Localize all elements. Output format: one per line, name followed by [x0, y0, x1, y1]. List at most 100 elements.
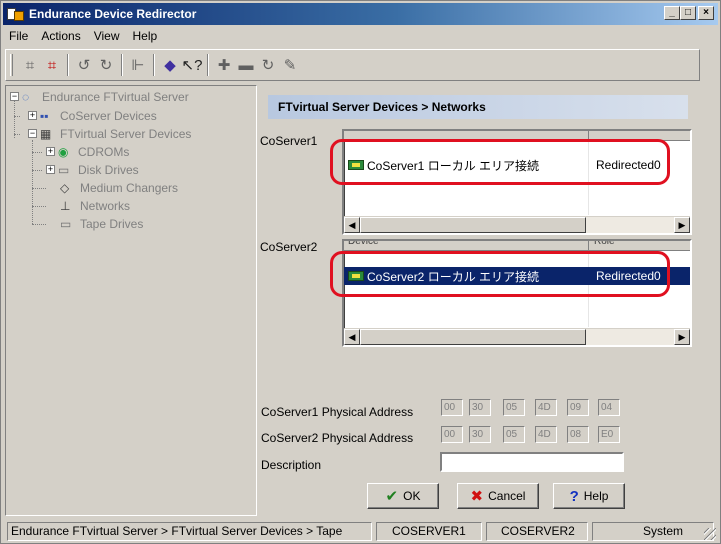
scroll-left-icon[interactable]: ◀: [344, 329, 360, 345]
tree-item-ftvirtual-devices[interactable]: − ▦ FTvirtual Server Devices: [28, 125, 191, 142]
disk-drive-icon: ▭: [58, 162, 70, 177]
detach-icon[interactable]: ↻: [95, 54, 117, 76]
tree-item-root[interactable]: − ◌ Endurance FTvirtual Server: [10, 88, 189, 105]
coserver1-address-label: CoServer1 Physical Address: [261, 405, 414, 419]
scroll-right-icon[interactable]: ▶: [674, 217, 690, 233]
tree-item-coserver-devices[interactable]: + ▪▪ CoServer Devices: [28, 107, 157, 124]
ok-label: OK: [403, 489, 421, 503]
medium-changer-icon: ◇: [60, 180, 70, 195]
maximize-button[interactable]: □: [680, 6, 696, 20]
scroll-thumb[interactable]: [360, 329, 586, 345]
toolbar-separator: [67, 54, 69, 76]
expand-icon[interactable]: +: [46, 147, 55, 156]
menu-help[interactable]: Help: [133, 29, 158, 43]
close-button[interactable]: ×: [698, 6, 714, 20]
device-tree: − ◌ Endurance FTvirtual Server + ▪▪ CoSe…: [5, 85, 257, 516]
menu-file[interactable]: File: [9, 29, 28, 43]
menu-bar: File Actions View Help: [3, 26, 718, 45]
toolbar-separator: [153, 54, 155, 76]
highlight-callout: [330, 251, 670, 297]
horizontal-scrollbar[interactable]: ◀ ▶: [344, 216, 690, 233]
connect-icon[interactable]: ⌗: [19, 54, 41, 76]
cancel-button[interactable]: ✖ Cancel: [457, 483, 539, 509]
tree-label: Endurance FTvirtual Server: [42, 89, 189, 104]
address-octet: 04: [598, 399, 620, 416]
tree-item-tape-drives[interactable]: ▭ Tape Drives: [60, 215, 143, 232]
devices-icon: ▦: [40, 126, 52, 141]
menu-actions[interactable]: Actions: [41, 29, 80, 43]
section-header: FTvirtual Server Devices > Networks: [268, 95, 688, 119]
network-devices-icon: ▪▪: [40, 108, 49, 123]
tree-item-networks[interactable]: ⊥ Networks: [60, 197, 130, 214]
address-octet: 4D: [535, 399, 557, 416]
app-window: Endurance Device Redirector _ □ × File A…: [0, 0, 721, 544]
tree-label: CoServer Devices: [60, 108, 157, 123]
redirect-icon[interactable]: ⊩: [127, 54, 149, 76]
coserver2-label: CoServer2: [260, 240, 318, 254]
add-icon[interactable]: ✚: [213, 54, 235, 76]
checkmark-icon: ✔: [385, 488, 399, 505]
address-octet: 30: [469, 399, 491, 416]
cancel-label: Cancel: [488, 489, 526, 503]
book-icon[interactable]: ◆: [159, 54, 181, 76]
cdrom-icon: ◉: [58, 144, 69, 159]
coserver2-address-label: CoServer2 Physical Address: [261, 431, 414, 445]
address-octet: E0: [598, 426, 620, 443]
address-octet: 30: [469, 426, 491, 443]
scroll-left-icon[interactable]: ◀: [344, 217, 360, 233]
address-octet: 00: [441, 399, 463, 416]
help-label: Help: [583, 489, 609, 503]
remove-icon[interactable]: ▬: [235, 54, 257, 76]
collapse-icon[interactable]: −: [28, 129, 37, 138]
tree-label: Medium Changers: [80, 180, 179, 195]
tree-label: Disk Drives: [78, 162, 139, 177]
tree-item-medium-changers[interactable]: ◇ Medium Changers: [60, 179, 178, 196]
column-role[interactable]: Role: [594, 241, 615, 247]
help-question-icon: ?: [569, 487, 579, 505]
toolbar-separator: [207, 54, 209, 76]
ok-button[interactable]: ✔ OK: [367, 483, 439, 509]
description-input[interactable]: [440, 452, 624, 472]
scroll-right-icon[interactable]: ▶: [674, 329, 690, 345]
scroll-thumb[interactable]: [360, 217, 586, 233]
horizontal-scrollbar[interactable]: ◀ ▶: [344, 328, 690, 345]
collapse-icon[interactable]: −: [10, 92, 19, 101]
address-octet: 4D: [535, 426, 557, 443]
tape-drive-icon: ▭: [60, 216, 72, 231]
column-device[interactable]: Device: [348, 241, 379, 247]
help-button[interactable]: ? Help: [553, 483, 625, 509]
toolbar: ⌗ ⌗ ↺ ↻ ⊩ ◆ ↖? ✚ ▬ ↻ ✎: [5, 49, 700, 81]
resize-grip-icon[interactable]: [704, 528, 716, 540]
status-path: Endurance FTvirtual Server > FTvirtual S…: [7, 522, 372, 541]
tree-label: CDROMs: [78, 144, 130, 159]
menu-view[interactable]: View: [94, 29, 120, 43]
attach-icon[interactable]: ↺: [73, 54, 95, 76]
minimize-button[interactable]: _: [664, 6, 680, 20]
details-pane: FTvirtual Server Devices > Networks CoSe…: [260, 85, 698, 516]
description-label: Description: [261, 458, 322, 472]
toolbar-separator: [121, 54, 123, 76]
tree-label: Tape Drives: [80, 216, 144, 231]
address-octet: 09: [567, 399, 589, 416]
server-icon: ◌: [22, 89, 30, 104]
disconnect-icon[interactable]: ⌗: [41, 54, 63, 76]
tree-label: FTvirtual Server Devices: [60, 126, 192, 141]
toolbar-grip: [10, 54, 13, 76]
refresh-icon[interactable]: ↻: [257, 54, 279, 76]
tree-item-cdroms[interactable]: + ◉ CDROMs: [46, 143, 129, 160]
expand-icon[interactable]: +: [28, 111, 37, 120]
title-bar: Endurance Device Redirector _ □ ×: [3, 3, 718, 25]
status-coserver2: COSERVER2: [486, 522, 588, 541]
cancel-x-icon: ✖: [470, 488, 484, 505]
edit-icon[interactable]: ✎: [279, 54, 301, 76]
window-title: Endurance Device Redirector: [29, 7, 197, 21]
address-octet: 05: [503, 426, 525, 443]
expand-icon[interactable]: +: [46, 165, 55, 174]
app-icon: [7, 6, 25, 22]
status-coserver1: COSERVER1: [376, 522, 482, 541]
address-octet: 05: [503, 399, 525, 416]
tree-item-disk-drives[interactable]: + ▭ Disk Drives: [46, 161, 139, 178]
tree-label: Networks: [80, 198, 131, 213]
address-octet: 08: [567, 426, 589, 443]
context-help-icon[interactable]: ↖?: [181, 54, 203, 76]
